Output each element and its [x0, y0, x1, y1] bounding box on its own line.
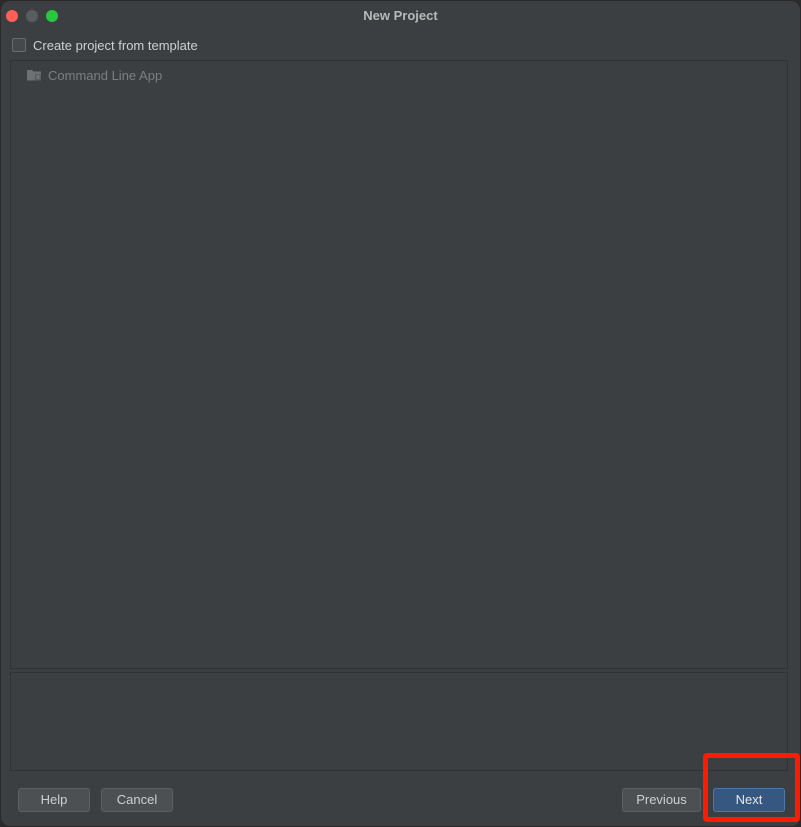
template-list: Command Line App [10, 60, 788, 669]
help-button[interactable]: Help [18, 788, 90, 812]
create-from-template-label[interactable]: Create project from template [33, 38, 198, 53]
new-project-dialog: New Project Create project from template… [0, 0, 801, 827]
previous-button[interactable]: Previous [622, 788, 701, 812]
create-from-template-option[interactable]: Create project from template [12, 36, 198, 54]
list-item[interactable]: Command Line App [26, 67, 162, 83]
folder-icon [26, 68, 42, 82]
cancel-button[interactable]: Cancel [101, 788, 173, 812]
window-title: New Project [363, 8, 438, 23]
list-item-label: Command Line App [48, 67, 163, 83]
next-button[interactable]: Next [713, 788, 785, 812]
title-bar: New Project [1, 1, 800, 31]
description-panel [10, 672, 788, 771]
create-from-template-checkbox[interactable] [12, 38, 26, 52]
